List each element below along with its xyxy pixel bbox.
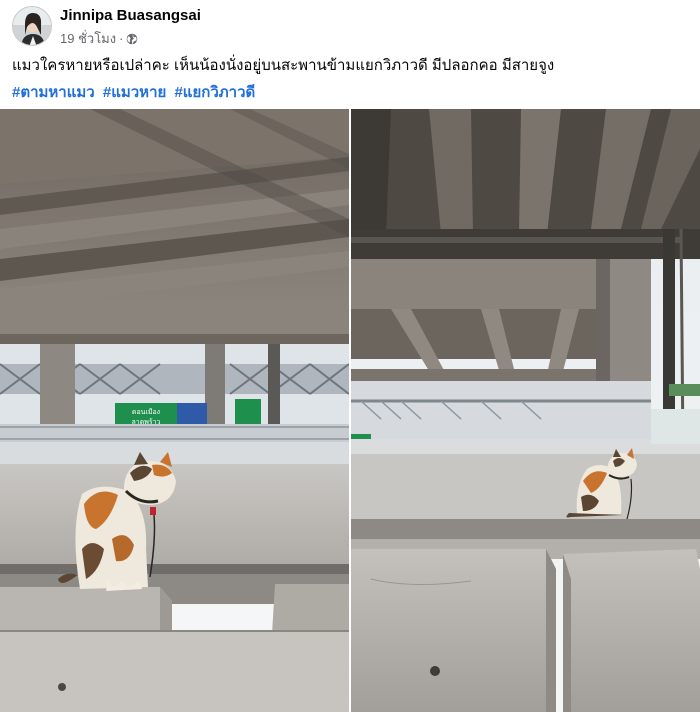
road-sign-text: ดอนเมือง: [132, 408, 160, 416]
post-header: Jinnipa Buasangsai 19 ชั่วโมง ·: [12, 6, 692, 46]
hashtag-link[interactable]: #แมวหาย: [103, 84, 166, 101]
post-meta: 19 ชั่วโมง ·: [60, 28, 138, 49]
hashtag-list: #ตามหาแมว #แมวหาย #แยกวิภาวดี: [12, 80, 259, 104]
globe-icon[interactable]: [126, 33, 138, 45]
cat-photo-left[interactable]: ดอนเมือง ลาดพร้าว: [0, 109, 349, 712]
hashtag-link[interactable]: #แยกวิภาวดี: [174, 84, 255, 101]
cat-photo-right[interactable]: [351, 109, 700, 712]
post-timestamp[interactable]: 19 ชั่วโมง: [60, 28, 116, 49]
meta-separator: ·: [119, 31, 124, 46]
post-text: แมวใครหายหรือเปล่าคะ เห็นน้องนั่งอยู่บนส…: [12, 57, 555, 74]
author-name[interactable]: Jinnipa Buasangsai: [60, 7, 201, 24]
avatar[interactable]: [12, 6, 52, 46]
photo-grid: ดอนเมือง ลาดพร้าว: [0, 109, 700, 712]
hashtag-link[interactable]: #ตามหาแมว: [12, 84, 95, 101]
